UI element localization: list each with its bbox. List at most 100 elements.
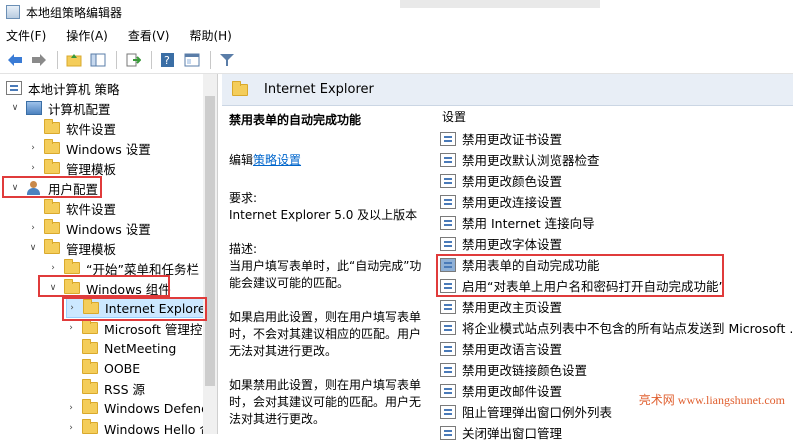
policy-setting-icon [440,215,456,230]
forward-arrow-icon[interactable] [28,49,50,71]
folder-icon [64,259,80,274]
computer-icon [26,101,42,115]
chevron-right-icon[interactable]: › [28,163,38,173]
window-title: 本地组策略编辑器 [26,5,123,20]
setting-row[interactable]: 禁用更改默认浏览器检查 [440,149,600,170]
menu-file[interactable]: 文件(F) [6,27,46,44]
setting-label: 禁用更改语言设置 [462,342,563,357]
chevron-right-icon[interactable]: › [48,263,58,273]
settings-column-header[interactable]: 设置 [442,108,466,125]
tree-scrollbar[interactable] [203,74,217,434]
tree-item-label: Windows Defend [104,400,210,416]
setting-label: 禁用更改链接颜色设置 [462,363,588,378]
folder-icon [44,119,60,134]
details-header-title: Internet Explorer [264,82,374,97]
highlight-user-config [2,176,102,198]
setting-row[interactable]: 禁用更改连接设置 [440,191,562,212]
tree-item[interactable]: › Microsoft 管理控 [66,318,202,338]
tree-item[interactable]: › Windows 设置 [28,218,151,238]
tree-item[interactable]: › Windows Hello 企 [66,418,212,434]
chevron-right-icon[interactable]: › [66,323,76,333]
description-block: 描述: 当用户填写表单时，此“自动完成”功能会建议可能的匹配。 [229,241,430,292]
folder-icon [82,359,98,374]
tree-item-label: 管理模板 [66,241,117,257]
help-icon[interactable]: ? [157,49,179,71]
tree-item[interactable]: ∨ 计算机配置 [10,98,111,118]
up-folder-icon[interactable] [63,49,85,71]
chevron-right-icon[interactable]: › [28,223,38,233]
tree-item[interactable]: NetMeeting [66,338,176,358]
tree-item[interactable]: › Windows 设置 [28,138,151,158]
tree-item-label: OOBE [104,360,141,376]
highlight-internet-explorer [62,297,207,321]
policy-setting-icon [440,173,456,188]
setting-row[interactable]: 禁用更改颜色设置 [440,170,562,191]
tree-item[interactable]: OOBE [66,358,140,378]
setting-row[interactable]: 禁用更改主页设置 [440,296,562,317]
edit-policy-link[interactable]: 策略设置 [253,153,301,167]
details-header: Internet Explorer [222,74,793,106]
chevron-right-icon[interactable]: › [66,423,76,433]
menu-action[interactable]: 操作(A) [66,27,108,44]
tree-item[interactable]: RSS 源 [66,378,145,398]
title-bar-decoration [400,0,600,8]
setting-row[interactable]: 将企业模式站点列表中不包含的所有站点发送到 Microsoft ... [440,317,793,338]
policy-editor-icon [6,5,20,19]
toolbar-separator [151,50,152,69]
policy-setting-icon [440,152,456,167]
tree-item-label: 本地计算机 策略 [28,81,120,97]
properties-icon[interactable] [181,49,203,71]
tree-item-label: Windows 设置 [66,141,151,157]
tree-item[interactable]: 软件设置 [28,118,116,138]
tree-item-label: 软件设置 [66,121,117,137]
folder-icon [82,399,98,414]
tree-scroll-thumb[interactable] [205,96,215,386]
folder-icon [44,239,60,254]
menu-view[interactable]: 查看(V) [128,27,170,44]
toolbar: ? [0,46,793,74]
requirements-block: 要求: Internet Explorer 5.0 及以上版本 [229,190,430,224]
folder-icon [82,419,98,434]
setting-label: 将企业模式站点列表中不包含的所有站点发送到 Microsoft ... [462,321,793,336]
tree-item-label: 软件设置 [66,201,117,217]
navigation-tree: 本地计算机 策略 ∨ 计算机配置 软件设置 › Windows 设置 › 管理模板 ∨ 用户配置软… [0,74,218,434]
show-hide-tree-icon[interactable] [87,49,109,71]
policy-setting-icon [440,341,456,356]
tree-item-label: 管理模板 [66,161,117,177]
tree-item[interactable]: › 管理模板 [28,158,116,178]
setting-row[interactable]: 禁用更改语言设置 [440,338,562,359]
chevron-right-icon[interactable]: › [28,143,38,153]
description-panel: 禁用表单的自动完成功能 编辑策略设置 要求: Internet Explorer… [222,106,430,434]
tree-item[interactable]: 本地计算机 策略 [6,78,119,98]
toolbar-separator [116,50,117,69]
toolbar-separator [57,50,58,69]
setting-row[interactable]: 禁用更改链接颜色设置 [440,359,587,380]
description-title: 禁用表单的自动完成功能 [229,113,362,127]
description-label: 描述: [229,242,258,256]
setting-label: 禁用更改主页设置 [462,300,563,315]
setting-row[interactable]: 禁用更改证书设置 [440,128,562,149]
chevron-down-icon[interactable]: ∨ [10,103,20,113]
policy-setting-icon [440,131,456,146]
tree-item-label: Microsoft 管理控 [104,321,203,337]
setting-row[interactable]: 禁用更改邮件设置 [440,380,562,401]
menu-help[interactable]: 帮助(H) [189,27,231,44]
toolbar-separator [210,50,211,69]
chevron-down-icon[interactable]: ∨ [28,243,38,253]
policy-setting-icon [440,194,456,209]
edit-prefix: 编辑 [229,153,254,167]
tree-item[interactable]: ∨ 管理模板 [28,238,116,258]
policy-setting-icon [440,299,456,314]
filter-icon[interactable] [216,49,238,71]
setting-row[interactable]: 禁用 Internet 连接向导 [440,212,595,233]
tree-item[interactable]: 软件设置 [28,198,116,218]
tree-item[interactable]: › Windows Defend [66,398,209,418]
setting-row[interactable]: 禁用更改字体设置 [440,233,562,254]
export-icon[interactable] [122,49,144,71]
highlight-autocomplete-settings [436,254,724,297]
back-arrow-icon[interactable] [4,49,26,71]
chevron-right-icon[interactable]: › [66,403,76,413]
setting-row[interactable]: 关闭弹出窗口管理 [440,422,562,443]
setting-label: 阻止管理弹出窗口例外列表 [462,405,613,420]
setting-row[interactable]: 阻止管理弹出窗口例外列表 [440,401,612,422]
